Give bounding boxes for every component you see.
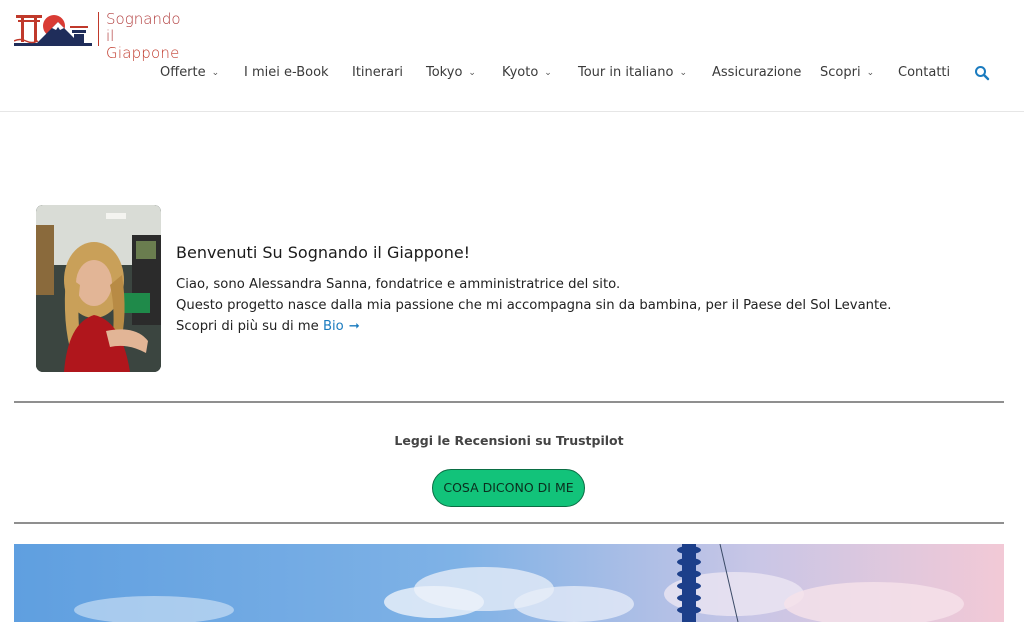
site-logo[interactable]: Sognando il Giappone [14,10,184,62]
welcome-text: Benvenuti Su Sognando il Giappone! Ciao,… [176,243,956,337]
reviews-button[interactable]: COSA DICONO DI ME [432,469,585,507]
nav-item-tour-italiano[interactable]: Tour in italiano ⌄ [578,62,687,85]
nav-item-kyoto[interactable]: Kyoto ⌄ [502,62,552,85]
arrow-right-icon: ➞ [348,319,360,334]
nav-item-contatti[interactable]: Contatti [898,62,950,84]
bio-link-label: Bio [322,319,344,334]
welcome-section: Benvenuti Su Sognando il Giappone! Ciao,… [36,205,996,373]
nav-item-label: Offerte [160,65,206,80]
trustpilot-heading: Leggi le Recensioni su Trustpilot [394,433,624,448]
nav-item-label: Itinerari [352,65,404,80]
author-portrait-image [36,205,161,372]
nav-item-label: Contatti [898,65,951,80]
nav-item-ebook[interactable]: I miei e-Book [244,62,329,84]
main-navigation: Offerte ⌄ I miei e-Book Itinerari Tokyo ⌄ … [0,62,1024,84]
section-divider [14,522,1004,524]
nav-item-offerte[interactable]: Offerte ⌄ [160,62,219,85]
site-header: Sognando il Giappone Offerte ⌄ I miei e-B… [0,0,1024,112]
torii-logo-icon [14,15,92,46]
section-divider [14,401,1004,403]
chevron-down-icon: ⌄ [468,68,476,78]
nav-item-label: Tour in italiano [578,65,674,80]
welcome-line-2: Questo progetto nasce dalla mia passione… [176,298,892,313]
nav-item-label: Assicurazione [712,65,802,80]
nav-item-scopri[interactable]: Scopri ⌄ [820,62,874,85]
nav-item-tokyo[interactable]: Tokyo ⌄ [426,62,476,85]
tokyo-skyline-image [14,544,1004,622]
site-name-line1: Sognando il [106,10,181,45]
logo-divider [98,12,99,46]
nav-item-label: Tokyo [426,65,463,80]
site-name-line2: Giappone [106,44,180,62]
bio-link[interactable]: Bio ➞ [323,319,360,334]
author-photo [36,205,161,372]
nav-item-itinerari[interactable]: Itinerari [352,62,403,84]
nav-item-label: I miei e-Book [244,65,329,80]
search-button[interactable] [973,64,991,82]
welcome-line-1: Ciao, sono Alessandra Sanna, fondatrice … [176,277,621,292]
nav-item-label: Kyoto [502,65,539,80]
site-name: Sognando il Giappone [106,11,184,62]
welcome-line-3: Scopri di più su di me Bio ➞ [176,316,956,337]
nav-item-label: Scopri [820,65,861,80]
chevron-down-icon: ⌄ [679,68,687,78]
nav-item-assicurazione[interactable]: Assicurazione [712,62,801,84]
chevron-down-icon: ⌄ [211,68,220,78]
hero-banner-image [14,544,1004,622]
welcome-title: Benvenuti Su Sognando il Giappone! [176,243,471,262]
chevron-down-icon: ⌄ [866,68,875,78]
chevron-down-icon: ⌄ [544,68,552,78]
search-icon [975,66,990,81]
bio-prompt: Scopri di più su di me [176,319,319,334]
